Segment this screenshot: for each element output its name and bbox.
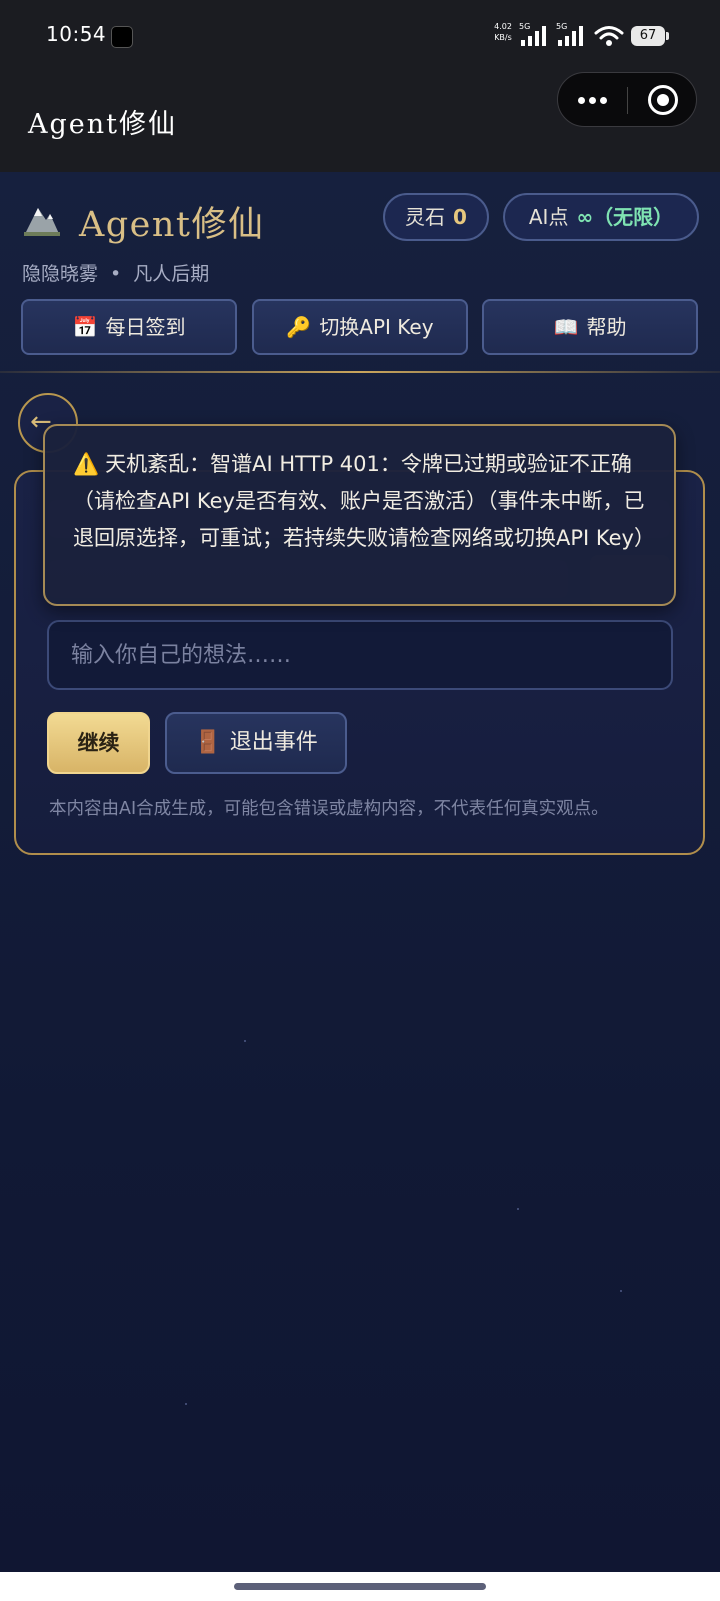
custom-idea-input[interactable] bbox=[47, 620, 673, 690]
signal-tag: 5G bbox=[556, 22, 568, 31]
app-title: Agent修仙 bbox=[28, 109, 177, 140]
separator-dot: • bbox=[110, 263, 122, 285]
door-icon: 🚪 bbox=[194, 730, 222, 755]
status-bar: 10:54 4.02 KB/s 5G 5G 67 bbox=[0, 0, 720, 72]
key-icon: 🔑 bbox=[286, 315, 312, 339]
book-icon: 📖 bbox=[553, 315, 579, 339]
wifi-icon bbox=[594, 26, 624, 46]
exit-event-button[interactable]: 🚪 退出事件 bbox=[165, 712, 347, 774]
star bbox=[517, 1208, 519, 1210]
error-message: ⚠️ 天机紊乱：智谱AI HTTP 401：令牌已过期或验证不正确（请检查API … bbox=[73, 446, 655, 557]
daily-checkin-label: 每日签到 bbox=[105, 315, 186, 339]
realm-text: 凡人后期 bbox=[133, 263, 210, 285]
more-menu-button[interactable] bbox=[558, 73, 627, 128]
switch-api-key-button[interactable]: 🔑 切换API Key bbox=[252, 299, 468, 355]
ai-points-badge: AI点 ∞（无限） bbox=[503, 193, 699, 241]
spirit-stone-badge: 灵石 0 bbox=[383, 193, 489, 241]
exit-event-label: 退出事件 bbox=[229, 730, 318, 755]
page-title: Agent修仙 bbox=[79, 205, 265, 245]
switch-api-key-label: 切换API Key bbox=[319, 315, 434, 339]
help-button[interactable]: 📖 帮助 bbox=[482, 299, 698, 355]
status-time: 10:54 bbox=[46, 22, 107, 46]
calendar-icon: 📅 bbox=[72, 315, 98, 339]
star bbox=[185, 1403, 187, 1405]
signal-tag: 5G bbox=[519, 22, 531, 31]
warning-icon: ⚠️ bbox=[73, 452, 100, 476]
notification-app-icon bbox=[111, 26, 133, 48]
spirit-stone-value: 0 bbox=[453, 205, 467, 229]
mountain-icon bbox=[24, 208, 60, 236]
star bbox=[620, 1290, 622, 1292]
signal-icon: 5G bbox=[556, 22, 590, 48]
network-speed-value: 4.02 bbox=[494, 22, 512, 31]
ai-points-label: AI点 bbox=[528, 205, 569, 229]
ai-points-value: ∞（无限） bbox=[576, 205, 674, 229]
help-label: 帮助 bbox=[586, 315, 627, 339]
daily-checkin-button[interactable]: 📅 每日签到 bbox=[21, 299, 237, 355]
capsule-divider bbox=[627, 87, 628, 114]
continue-button[interactable]: 继续 bbox=[47, 712, 150, 774]
spirit-stone-label: 灵石 bbox=[405, 205, 446, 229]
network-speed-unit: KB/s bbox=[494, 33, 512, 42]
header-divider bbox=[0, 371, 720, 373]
status-subtitle: 隐隐晓雾 • 凡人后期 bbox=[22, 259, 209, 286]
error-toast: ⚠️ 天机紊乱：智谱AI HTTP 401：令牌已过期或验证不正确（请检查API … bbox=[43, 424, 676, 606]
close-miniprogram-icon[interactable] bbox=[648, 85, 678, 115]
star bbox=[244, 1040, 246, 1042]
battery-icon: 67 bbox=[631, 26, 669, 46]
ai-disclaimer: 本内容由AI合成生成，可能包含错误或虚构内容，不代表任何真实观点。 bbox=[49, 799, 609, 819]
home-indicator[interactable] bbox=[234, 1583, 486, 1590]
app-title-bar: Agent修仙 bbox=[0, 72, 720, 172]
error-message-text: 天机紊乱：智谱AI HTTP 401：令牌已过期或验证不正确（请检查API Ke… bbox=[73, 452, 655, 550]
mini-program-capsule bbox=[557, 72, 697, 127]
network-speed: 4.02 KB/s bbox=[489, 21, 517, 43]
weather-text: 隐隐晓雾 bbox=[22, 263, 99, 285]
signal-icon: 5G bbox=[519, 22, 553, 48]
